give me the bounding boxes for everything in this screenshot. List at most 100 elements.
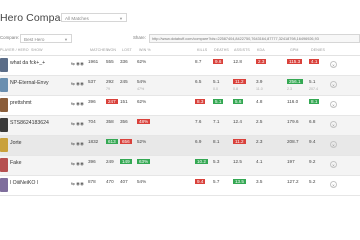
remove-player-icon[interactable]: × xyxy=(330,101,337,108)
stat-winpct: 54% xyxy=(137,179,147,184)
stat-lost: 151 xyxy=(120,99,128,104)
stat-won: 249 xyxy=(106,159,114,164)
stat-won: 555 xyxy=(106,59,114,64)
stat-matches: 537 xyxy=(88,79,96,84)
stat-winpct: 62% xyxy=(137,59,147,64)
stat-assists: 12.8 xyxy=(233,59,242,64)
stat-sub-gpm: 2.3 xyxy=(287,87,292,91)
stat-winpct: 54% xyxy=(137,79,147,84)
hero-toggle-icon[interactable]: ⇆ ◉◉ xyxy=(71,101,84,107)
stat-matches: 1961 xyxy=(88,59,99,64)
stat-won: 247 xyxy=(106,99,118,104)
player-row[interactable]: prettshmt ⇆ ◉◉ 396 247 151 62% 8.3 5.1 5.6 4.8 116… xyxy=(0,96,360,116)
avatar[interactable] xyxy=(0,98,8,112)
stat-assists: 12.5 xyxy=(233,159,242,164)
column-header[interactable]: DENIES xyxy=(311,48,325,52)
player-name[interactable]: l OiiiNeiKO l xyxy=(10,180,68,186)
matches-select[interactable]: All Matches ▼ xyxy=(61,13,127,22)
stat-kda: 2.5 xyxy=(256,119,263,124)
stat-kills: 8.3 xyxy=(195,99,206,104)
avatar[interactable] xyxy=(0,138,8,152)
stat-winpct: 52% xyxy=(137,139,147,144)
player-row[interactable]: l OiiiNeiKO l ⇆ ◉◉ 878 470 407 54% 9.4 5.7 13.5 3… xyxy=(0,176,360,196)
stat-kda: 4.8 xyxy=(256,99,263,104)
stat-lost: 149 xyxy=(120,159,132,164)
stat-deaths: 9.6 xyxy=(213,59,224,64)
avatar[interactable] xyxy=(0,158,8,172)
stat-gpm: 208.7 xyxy=(287,139,299,144)
column-header[interactable]: WON xyxy=(107,48,116,52)
stat-matches: 704 xyxy=(88,119,96,124)
column-header[interactable]: LOST xyxy=(122,48,132,52)
stat-denies: 6.8 xyxy=(309,119,316,124)
hero-toggle-icon[interactable]: ⇆ ◉◉ xyxy=(71,181,84,187)
remove-player-icon[interactable]: × xyxy=(330,141,337,148)
remove-player-icon[interactable]: × xyxy=(330,61,337,68)
chevron-down-icon: ▼ xyxy=(119,16,123,21)
share-label: Share: xyxy=(133,35,146,40)
player-row[interactable]: Jorte ⇆ ◉◉ 1832 613 656 52% 6.9 8.1 11.2 2.3 208.7… xyxy=(0,136,360,156)
column-header[interactable]: WIN % xyxy=(139,48,151,52)
stat-deaths: 5.1 xyxy=(213,99,224,104)
stat-matches: 396 xyxy=(88,99,96,104)
remove-player-icon[interactable]: × xyxy=(330,121,337,128)
share-url-input[interactable]: http://www.dotabuff.com/compare?ids=2258… xyxy=(149,34,360,43)
compare-select[interactable]: Best Hero ▼ xyxy=(20,34,72,43)
player-name[interactable]: Fake xyxy=(10,160,68,166)
stat-denies: 8.1 xyxy=(309,99,320,104)
hero-toggle-icon[interactable]: ⇆ ◉◉ xyxy=(71,81,84,87)
stat-deaths: 8.1 xyxy=(213,139,220,144)
stat-matches: 396 xyxy=(88,159,96,164)
hero-toggle-icon[interactable]: ⇆ ◉◉ xyxy=(71,121,84,127)
stat-kills: 6.9 xyxy=(195,139,202,144)
player-row[interactable]: STS8624183624 ⇆ ◉◉ 704 358 356 48% 7.6 7.1 12.4 2… xyxy=(0,116,360,136)
avatar[interactable] xyxy=(0,58,8,72)
player-name[interactable]: NP-Eternal-Envy xyxy=(10,80,68,86)
player-row[interactable]: what da fck+_+ ⇆ ◉◉ 1961 555 336 62% 8.7 9.6 12.… xyxy=(0,56,360,76)
stat-lost: 356 xyxy=(120,119,128,124)
stat-kills: 7.6 xyxy=(195,119,202,124)
stat-won: 613 xyxy=(106,139,118,144)
avatar[interactable] xyxy=(0,118,8,132)
stat-sub-assists: 0.8 xyxy=(233,87,238,91)
stat-sub-won: 79 xyxy=(106,87,110,91)
player-name[interactable]: prettshmt xyxy=(10,100,68,106)
column-header[interactable]: KDA xyxy=(257,48,265,52)
hero-toggle-icon[interactable]: ⇆ ◉◉ xyxy=(71,61,84,67)
hero-toggle-icon[interactable]: ⇆ ◉◉ xyxy=(71,161,84,167)
stat-gpm: 115.3 xyxy=(287,59,303,64)
stat-kda: 3.5 xyxy=(256,179,263,184)
player-name[interactable]: Jorte xyxy=(10,140,68,146)
player-name[interactable]: what da fck+_+ xyxy=(10,60,68,66)
stat-lost: 407 xyxy=(120,179,128,184)
column-header[interactable]: MATCHES xyxy=(90,48,108,52)
stat-winpct: 63% xyxy=(137,159,151,164)
remove-player-icon[interactable]: × xyxy=(330,161,337,168)
top-bar: Hero Comparison All Matches ▼ xyxy=(0,0,360,32)
stat-kills: 6.5 xyxy=(195,79,202,84)
stat-denies: 5.1 xyxy=(309,79,316,84)
stat-matches: 878 xyxy=(88,179,96,184)
remove-player-icon[interactable]: × xyxy=(330,181,337,188)
stat-won: 358 xyxy=(106,119,114,124)
stat-winpct: 62% xyxy=(137,99,147,104)
column-header[interactable]: DEATHS xyxy=(214,48,229,52)
column-header[interactable]: GPM xyxy=(290,48,299,52)
player-row[interactable]: NP-Eternal-Envy ⇆ ◉◉ 537 292 79 245 54% 47% 6.5 5… xyxy=(0,76,360,96)
column-header[interactable]: KILLS xyxy=(197,48,207,52)
compare-row: Compare: Best Hero ▼ Share: http://www.do… xyxy=(0,34,360,44)
column-header[interactable]: ASSISTS xyxy=(234,48,250,52)
stat-assists: 12.4 xyxy=(233,119,242,124)
avatar[interactable] xyxy=(0,78,8,92)
stat-kills: 9.4 xyxy=(195,179,206,184)
stat-deaths: 5.1 xyxy=(213,79,220,84)
hero-toggle-icon[interactable]: ⇆ ◉◉ xyxy=(71,141,84,147)
stat-kda: 2.3 xyxy=(256,139,263,144)
player-row[interactable]: Fake ⇆ ◉◉ 396 249 149 63% 10.2 5.3 12.5 4.1 197 9.2… xyxy=(0,156,360,176)
stat-gpm: 197 xyxy=(287,159,295,164)
avatar[interactable] xyxy=(0,178,8,192)
stat-winpct: 48% xyxy=(137,119,151,124)
stat-gpm: 179.6 xyxy=(287,119,299,124)
player-name[interactable]: STS8624183624 xyxy=(10,120,68,126)
remove-player-icon[interactable]: × xyxy=(330,81,337,88)
